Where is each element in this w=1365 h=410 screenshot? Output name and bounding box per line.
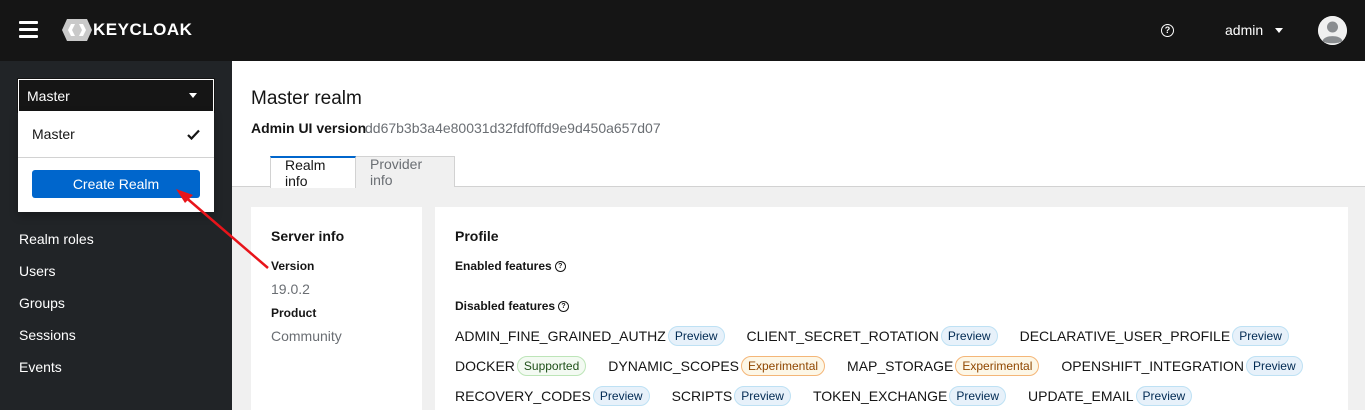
- nav-item-groups[interactable]: Groups: [19, 295, 65, 311]
- logo-text: KEYCLOAK: [93, 20, 193, 39]
- feature-name: CLIENT_SECRET_ROTATION: [746, 328, 939, 344]
- feature-name: MAP_STORAGE: [847, 358, 954, 374]
- status-badge: Supported: [516, 356, 587, 376]
- help-icon[interactable]: ?: [558, 300, 570, 312]
- feature-item: UPDATE_EMAIL Preview: [1028, 386, 1193, 406]
- feature-name: TOKEN_EXCHANGE: [812, 388, 948, 404]
- feature-name: OPENSHIFT_INTEGRATION: [1061, 358, 1244, 374]
- disabled-features-list: ADMIN_FINE_GRAINED_AUTHZ Preview CLIENT_SE…: [455, 321, 1335, 410]
- masthead: KEYCLOAK ? admin: [0, 0, 1365, 61]
- feature-item: DYNAMIC_SCOPES Experimental: [608, 356, 826, 376]
- feature-item: DOCKER Supported: [455, 356, 587, 376]
- create-realm-button[interactable]: Create Realm: [32, 170, 200, 198]
- admin-ui-version-label: Admin UI version: [251, 120, 367, 136]
- status-badge: Preview: [1245, 356, 1303, 376]
- check-icon: [187, 129, 200, 140]
- feature-item: SCRIPTS Preview: [672, 386, 791, 406]
- help-icon[interactable]: ?: [554, 260, 566, 272]
- divider: [18, 157, 214, 158]
- feature-name: RECOVERY_CODES: [455, 388, 591, 404]
- caret-down-icon: [1275, 27, 1284, 33]
- dropdown-item-label: Master: [32, 126, 75, 142]
- page-title: Master realm: [251, 88, 362, 109]
- dropdown-item-master[interactable]: Master: [18, 111, 214, 157]
- status-badge: Preview: [1232, 326, 1289, 346]
- status-badge: Experimental: [741, 356, 826, 376]
- tab-realm-info[interactable]: Realm info: [270, 156, 356, 189]
- version-label: Version: [271, 259, 315, 273]
- feature-name: DECLARATIVE_USER_PROFILE: [1019, 328, 1231, 344]
- nav-item-users[interactable]: Users: [19, 263, 56, 279]
- help-icon[interactable]: ?: [1161, 24, 1174, 37]
- profile-title: Profile: [455, 228, 499, 244]
- nav-item-sessions[interactable]: Sessions: [19, 327, 76, 343]
- enabled-features-text: Enabled features: [455, 259, 552, 273]
- status-badge: Preview: [949, 386, 1006, 406]
- nav-item-realm-roles[interactable]: Realm roles: [19, 231, 94, 247]
- feature-item: TOKEN_EXCHANGE Preview: [813, 386, 1006, 406]
- enabled-features-label: Enabled features ?: [455, 259, 566, 273]
- product-label: Product: [271, 306, 317, 320]
- status-badge: Preview: [734, 386, 791, 406]
- hamburger-menu-icon[interactable]: [19, 21, 38, 38]
- server-info-card: Server info Version 19.0.2 Product Commu…: [251, 207, 422, 410]
- feature-row: ADMIN_FINE_GRAINED_AUTHZ Preview CLIENT_SE…: [455, 321, 1335, 351]
- feature-name: ADMIN_FINE_GRAINED_AUTHZ: [455, 328, 666, 344]
- feature-row: RECOVERY_CODES Preview SCRIPTS Preview TOKEN…: [455, 381, 1335, 410]
- disabled-features-text: Disabled features: [455, 299, 556, 313]
- status-badge: Preview: [1135, 386, 1193, 406]
- caret-down-icon: [189, 93, 197, 98]
- nav-item-events[interactable]: Events: [19, 359, 62, 375]
- username: admin: [1225, 22, 1264, 38]
- feature-item: CLIENT_SECRET_ROTATION Preview: [747, 326, 998, 346]
- server-info-title: Server info: [271, 228, 345, 244]
- feature-item: OPENSHIFT_INTEGRATION Preview: [1061, 356, 1303, 376]
- profile-card: Profile Enabled features ? Disabled feat…: [435, 207, 1348, 410]
- feature-name: UPDATE_EMAIL: [1028, 388, 1134, 404]
- realm-selector[interactable]: Master: [17, 78, 215, 113]
- status-badge: Preview: [667, 326, 725, 346]
- feature-item: MAP_STORAGE Experimental: [847, 356, 1040, 376]
- feature-name: SCRIPTS: [671, 388, 733, 404]
- user-avatar-icon: [1318, 16, 1347, 45]
- status-badge: Preview: [940, 326, 998, 346]
- status-badge: Preview: [592, 386, 650, 406]
- page-header: Master realm Admin UI version dd67b3b3a4…: [232, 61, 1365, 189]
- realm-dropdown-menu: Master Create Realm: [18, 111, 214, 212]
- status-badge: Experimental: [955, 356, 1040, 376]
- tab-provider-info[interactable]: Provider info: [356, 156, 455, 188]
- feature-name: DOCKER: [455, 358, 515, 374]
- admin-ui-version-value: dd67b3b3a4e80031d32fdf0ffd9e9d450a657d07: [365, 120, 661, 136]
- avatar[interactable]: [1318, 16, 1347, 45]
- disabled-features-label: Disabled features ?: [455, 299, 570, 313]
- feature-row: DOCKER Supported DYNAMIC_SCOPES Experimenta…: [455, 351, 1335, 381]
- keycloak-logo[interactable]: KEYCLOAK: [62, 18, 192, 42]
- user-menu-toggle[interactable]: admin: [1225, 22, 1284, 38]
- feature-item: ADMIN_FINE_GRAINED_AUTHZ Preview: [455, 326, 725, 346]
- feature-name: DYNAMIC_SCOPES: [608, 358, 739, 374]
- feature-item: RECOVERY_CODES Preview: [455, 386, 650, 406]
- keycloak-logo-icon: [62, 19, 92, 41]
- product-value: Community: [271, 328, 342, 344]
- realm-selector-label: Master: [27, 87, 70, 104]
- version-value: 19.0.2: [271, 281, 310, 297]
- feature-item: DECLARATIVE_USER_PROFILE Preview: [1020, 326, 1289, 346]
